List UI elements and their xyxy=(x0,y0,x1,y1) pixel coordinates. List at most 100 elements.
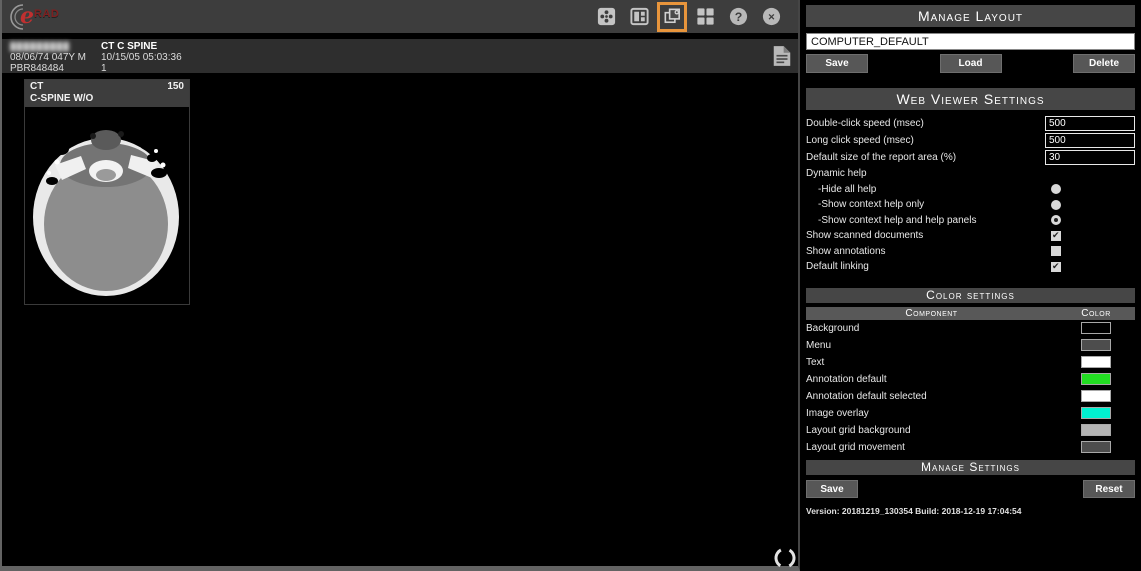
patient-id: PBR848484 xyxy=(10,63,100,74)
annotation-default-color-swatch[interactable] xyxy=(1081,373,1111,385)
layout-save-button[interactable]: Save xyxy=(806,54,868,73)
setting-row: -Hide all help xyxy=(806,182,1135,198)
logo-rad: RAD xyxy=(34,8,59,20)
setting-label: Double-click speed (msec) xyxy=(806,118,1045,129)
svg-text:?: ? xyxy=(734,10,742,24)
layout-load-button[interactable]: Load xyxy=(940,54,1002,73)
patient-name-redacted: █████████ ████████ xyxy=(10,41,100,52)
layout-name-input[interactable] xyxy=(806,33,1135,50)
report-area-size-input[interactable] xyxy=(1045,150,1135,165)
grid-layout-icon[interactable] xyxy=(692,4,718,30)
color-row: Text xyxy=(806,354,1135,371)
screen-settings-icon[interactable] xyxy=(659,4,685,30)
color-row-label: Background xyxy=(806,323,1057,334)
color-row: Annotation default selected xyxy=(806,388,1135,405)
color-row-label: Layout grid movement xyxy=(806,442,1057,453)
layout-split-icon[interactable] xyxy=(626,4,652,30)
series-thumbnail[interactable]: CT 150 C-SPINE W/O xyxy=(24,79,190,305)
thumbnail-modality: CT xyxy=(30,81,43,93)
study-datetime: 10/15/05 05:03:36 xyxy=(101,52,182,63)
setting-label: Show scanned documents xyxy=(806,230,1045,241)
setting-label: -Hide all help xyxy=(806,184,1045,195)
layout-delete-button[interactable]: Delete xyxy=(1073,54,1135,73)
color-row: Layout grid movement xyxy=(806,439,1135,456)
context-help-only-radio[interactable] xyxy=(1051,200,1061,210)
logo-e: e xyxy=(20,3,34,29)
settings-save-button[interactable]: Save xyxy=(806,480,858,498)
color-row: Layout grid background xyxy=(806,422,1135,439)
setting-label: Default linking xyxy=(806,261,1045,272)
scanned-document-icon[interactable] xyxy=(772,45,792,67)
show-annotations-checkbox[interactable] xyxy=(1051,246,1061,256)
pan-tool-icon[interactable] xyxy=(593,4,619,30)
hide-all-help-radio[interactable] xyxy=(1051,184,1061,194)
thumbnail-description: C-SPINE W/O xyxy=(30,93,184,105)
color-settings-header: Color settings xyxy=(806,288,1135,303)
setting-label: Long click speed (msec) xyxy=(806,135,1045,146)
menu-color-swatch[interactable] xyxy=(1081,339,1111,351)
image-overlay-color-swatch[interactable] xyxy=(1081,407,1111,419)
loading-spinner-icon xyxy=(772,545,798,571)
viewer-settings-rows: Double-click speed (msec) Long click spe… xyxy=(806,115,1135,275)
patient-info-bar: █████████ ████████ 08/06/74 047Y M PBR84… xyxy=(2,39,798,73)
patient-dob-sex: 08/06/74 047Y M xyxy=(10,52,100,63)
settings-reset-button[interactable]: Reset xyxy=(1083,480,1135,498)
color-row: Menu xyxy=(806,337,1135,354)
patient-demographics: █████████ ████████ 08/06/74 047Y M PBR84… xyxy=(10,41,100,74)
show-scanned-documents-checkbox[interactable] xyxy=(1051,231,1061,241)
version-info: Version: 20181219_130354 Build: 2018-12-… xyxy=(806,506,1135,516)
color-row-label: Menu xyxy=(806,340,1057,351)
study-description: CT C SPINE xyxy=(101,41,182,52)
setting-label: -Show context help and help panels xyxy=(806,215,1045,226)
color-row: Annotation default xyxy=(806,371,1135,388)
long-click-speed-input[interactable] xyxy=(1045,133,1135,148)
color-row-label: Text xyxy=(806,357,1057,368)
ct-axial-image xyxy=(25,107,189,304)
main-toolbar: e RAD xyxy=(2,0,798,33)
setting-row: Show scanned documents xyxy=(806,228,1135,244)
setting-row: Default size of the report area (%) xyxy=(806,149,1135,166)
color-row: Background xyxy=(806,320,1135,337)
thumbnail-image-count: 150 xyxy=(167,81,184,93)
color-row-label: Annotation default selected xyxy=(806,391,1057,402)
series-number: 1 xyxy=(101,63,182,74)
double-click-speed-input[interactable] xyxy=(1045,116,1135,131)
setting-row: Dynamic help xyxy=(806,166,1135,182)
color-settings-rows: Background Menu Text Annotation default … xyxy=(806,320,1135,456)
setting-row: Show annotations xyxy=(806,244,1135,260)
manage-layout-header: Manage Layout xyxy=(806,5,1135,27)
setting-row: Default linking xyxy=(806,259,1135,275)
color-row: Image overlay xyxy=(806,405,1135,422)
text-color-swatch[interactable] xyxy=(1081,356,1111,368)
erad-logo: e RAD xyxy=(6,2,86,32)
setting-label: Show annotations xyxy=(806,246,1045,257)
help-icon[interactable]: ? xyxy=(725,4,751,30)
manage-layout-buttons: Save Load Delete xyxy=(806,54,1135,73)
layout-grid-movement-color-swatch[interactable] xyxy=(1081,441,1111,453)
setting-label: -Show context help only xyxy=(806,199,1045,210)
viewer-area: e RAD xyxy=(0,0,800,571)
annotation-selected-color-swatch[interactable] xyxy=(1081,390,1111,402)
layout-grid-background-color-swatch[interactable] xyxy=(1081,424,1111,436)
close-icon[interactable]: × xyxy=(758,4,784,30)
color-table-header: Component Color xyxy=(806,307,1135,320)
default-linking-checkbox[interactable] xyxy=(1051,262,1061,272)
color-row-label: Layout grid background xyxy=(806,425,1057,436)
manage-settings-buttons: Save Reset xyxy=(806,480,1135,498)
color-row-label: Image overlay xyxy=(806,408,1057,419)
manage-settings-header: Manage Settings xyxy=(806,460,1135,475)
setting-row: Double-click speed (msec) xyxy=(806,115,1135,132)
svg-text:×: × xyxy=(768,11,775,23)
web-viewer-settings-header: Web Viewer Settings xyxy=(806,88,1135,110)
study-info: CT C SPINE 10/15/05 05:03:36 1 xyxy=(101,41,182,74)
setting-row: -Show context help and help panels xyxy=(806,213,1135,229)
erad-viewer-app: e RAD xyxy=(0,0,1141,571)
thumbnail-header: CT 150 C-SPINE W/O xyxy=(25,80,189,107)
setting-row: Long click speed (msec) xyxy=(806,132,1135,149)
setting-row: -Show context help only xyxy=(806,197,1135,213)
component-column-header: Component xyxy=(806,308,1057,319)
background-color-swatch[interactable] xyxy=(1081,322,1111,334)
context-help-and-panels-radio[interactable] xyxy=(1051,215,1061,225)
settings-panel: Manage Layout Save Load Delete Web Viewe… xyxy=(800,0,1141,571)
color-row-label: Annotation default xyxy=(806,374,1057,385)
